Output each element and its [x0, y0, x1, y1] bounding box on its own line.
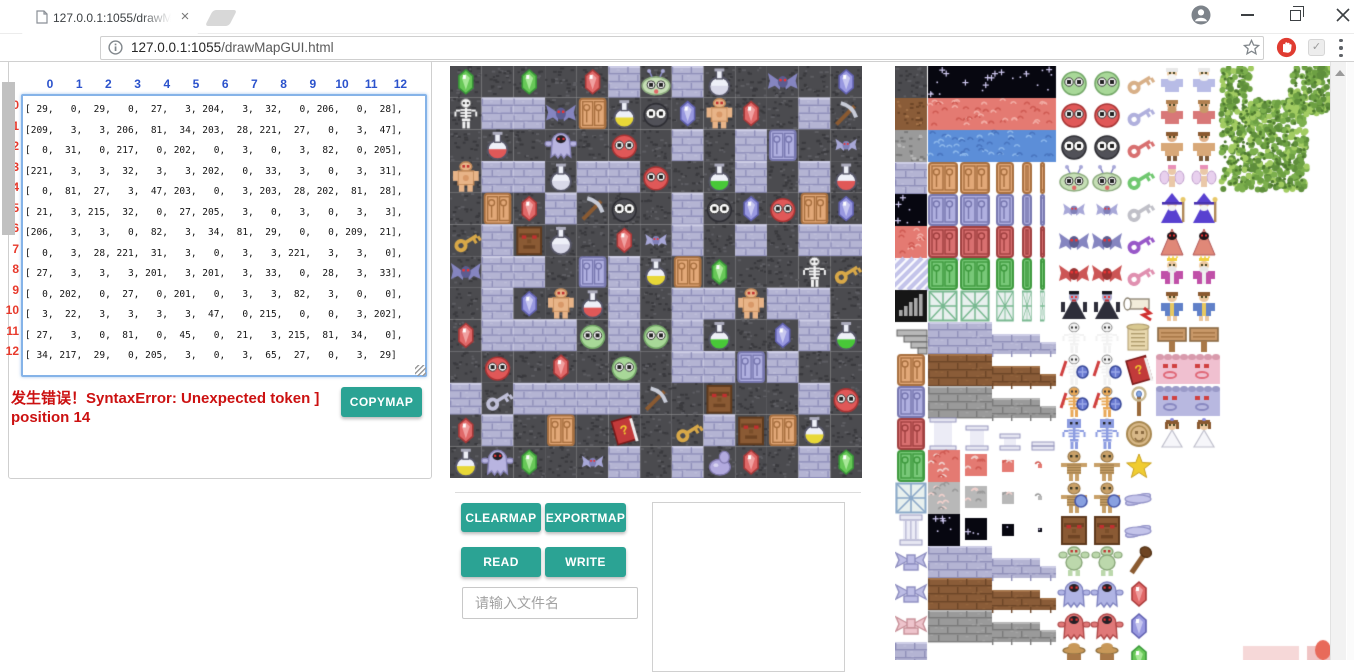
url-host: 127.0.0.1:1055: [131, 40, 221, 55]
page-scrollbar[interactable]: [1330, 62, 1346, 660]
matrix-row-header: 12: [3, 344, 19, 358]
matrix-row-header: 10: [3, 303, 19, 317]
tab-close-icon[interactable]: ×: [177, 9, 193, 25]
matrix-col-header: 2: [99, 77, 117, 91]
matrix-row-header: 7: [3, 242, 19, 256]
url-path: /drawMapGUI.html: [221, 40, 334, 55]
map-canvas[interactable]: [450, 66, 862, 478]
scrollbar-up-arrow-icon[interactable]: [1335, 70, 1345, 76]
matrix-row-header: 11: [3, 324, 19, 338]
new-tab-button[interactable]: [205, 10, 237, 26]
matrix-col-header: 9: [304, 77, 322, 91]
controls-divider: [455, 492, 861, 493]
page-content: 0123456789101112 0123456789101112 发生错误！S…: [0, 62, 1354, 660]
bookmark-star-icon[interactable]: [1243, 39, 1260, 61]
matrix-col-header: 1: [70, 77, 88, 91]
profile-icon[interactable]: [1178, 0, 1224, 30]
exportmap-button[interactable]: EXPORTMAP: [545, 503, 626, 532]
matrix-col-header: 11: [362, 77, 380, 91]
extension-check-icon[interactable]: ✓: [1308, 39, 1325, 56]
matrix-row-header: 9: [3, 283, 19, 297]
page-favicon-icon: [36, 10, 48, 29]
matrix-col-header: 7: [245, 77, 263, 91]
info-icon[interactable]: [108, 40, 123, 60]
matrix-col-header: 0: [41, 77, 59, 91]
browser-titlebar: 127.0.0.1:1055/drawMa ×: [0, 0, 1354, 33]
error-message: 发生错误！SyntaxError: Unexpected token ] pos…: [11, 389, 347, 427]
matrix-col-header: 8: [275, 77, 293, 91]
matrix-panel: 0123456789101112 0123456789101112 发生错误！S…: [8, 60, 432, 479]
matrix-col-header: 3: [129, 77, 147, 91]
window-minimize-button[interactable]: [1224, 0, 1270, 30]
url-text[interactable]: 127.0.0.1:1055/drawMapGUI.html: [131, 40, 334, 55]
matrix-row-header: 8: [3, 262, 19, 276]
matrix-col-header: 6: [216, 77, 234, 91]
matrix-textarea[interactable]: [21, 94, 427, 377]
scrollbar-thumb[interactable]: [2, 82, 15, 235]
read-button[interactable]: READ: [461, 547, 541, 577]
filename-input[interactable]: [462, 587, 638, 619]
browser-menu-icon[interactable]: [1337, 39, 1345, 57]
matrix-col-header: 10: [333, 77, 351, 91]
write-button[interactable]: WRITE: [545, 547, 626, 577]
window-restore-button[interactable]: [1272, 0, 1318, 30]
matrix-col-header: 4: [158, 77, 176, 91]
export-output-box: [652, 502, 845, 672]
scrollbar-gutter: [1347, 62, 1354, 660]
extension-hand-icon[interactable]: [1276, 37, 1297, 63]
copymap-button[interactable]: COPYMAP: [341, 387, 422, 417]
matrix-col-header: 12: [391, 77, 409, 91]
matrix-col-header: 5: [187, 77, 205, 91]
tab-title-fade: [141, 11, 171, 26]
clearmap-button[interactable]: CLEARMAP: [461, 503, 541, 532]
tileset-palette[interactable]: [895, 66, 1331, 660]
window-close-button[interactable]: [1320, 0, 1354, 30]
